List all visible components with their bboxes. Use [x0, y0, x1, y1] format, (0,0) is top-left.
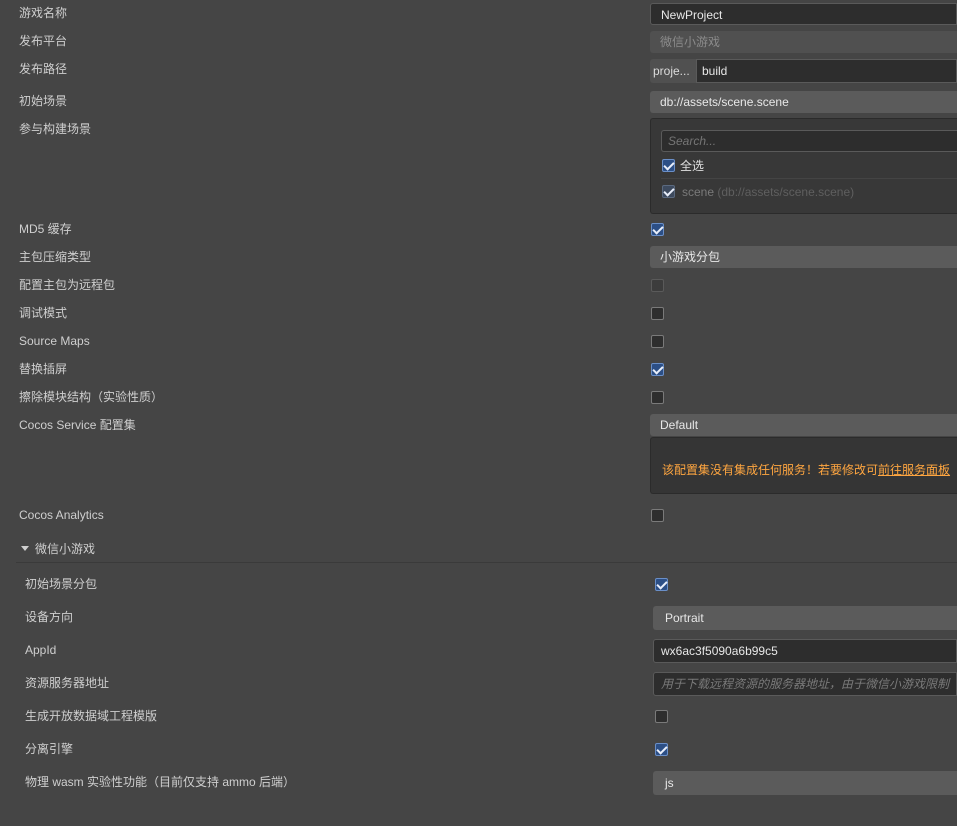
game-name-input[interactable]: NewProject: [650, 3, 957, 25]
replace-splash-checkbox[interactable]: [651, 363, 664, 376]
section-divider: [16, 562, 957, 563]
cocos-analytics-checkbox[interactable]: [651, 509, 664, 522]
replace-splash-label: 替换插屏: [19, 362, 68, 376]
md5-cache-checkbox[interactable]: [651, 223, 664, 236]
scene-item-name: scene: [682, 185, 715, 199]
cocos-service-label: Cocos Service 配置集: [19, 418, 136, 432]
platform-select: 微信小游戏: [650, 31, 957, 53]
select-all-checkbox[interactable]: [662, 159, 675, 172]
cocos-service-select[interactable]: Default: [650, 414, 957, 436]
start-scene-subpackage-checkbox[interactable]: [655, 578, 668, 591]
open-data-template-label: 生成开放数据域工程模版: [25, 709, 158, 723]
orientation-select[interactable]: Portrait: [653, 606, 957, 630]
open-data-template-checkbox[interactable]: [655, 710, 668, 723]
appid-label: AppId: [25, 643, 57, 657]
scene-item-path: (db://assets/scene.scene): [717, 185, 855, 199]
remote-main-bundle-label: 配置主包为远程包: [19, 278, 116, 292]
debug-mode-checkbox[interactable]: [651, 307, 664, 320]
resource-server-label: 资源服务器地址: [25, 676, 110, 690]
start-scene-select[interactable]: db://assets/scene.scene: [650, 91, 957, 113]
md5-cache-label: MD5 缓存: [19, 222, 72, 236]
source-maps-checkbox[interactable]: [651, 335, 664, 348]
platform-label: 发布平台: [19, 34, 68, 48]
orientation-label: 设备方向: [25, 610, 74, 624]
build-path-prefix-select[interactable]: proje...: [650, 59, 696, 83]
divider: [661, 178, 957, 179]
erase-modules-checkbox[interactable]: [651, 391, 664, 404]
debug-mode-label: 调试模式: [19, 306, 68, 320]
start-scene-label: 初始场景: [19, 94, 68, 108]
service-notice-text: 该配置集没有集成任何服务！若要修改可前往服务面板: [662, 462, 950, 478]
service-notice-panel: 该配置集没有集成任何服务！若要修改可前往服务面板: [650, 437, 957, 494]
start-scene-subpackage-label: 初始场景分包: [25, 577, 98, 591]
source-maps-label: Source Maps: [19, 334, 90, 348]
game-name-label: 游戏名称: [19, 6, 68, 20]
compression-type-select[interactable]: 小游戏分包: [650, 246, 957, 268]
service-notice-message: 该配置集没有集成任何服务！若要修改可: [662, 463, 879, 477]
erase-modules-label: 擦除模块结构（实验性质）: [19, 390, 164, 404]
service-panel-link[interactable]: 前往服务面板: [878, 463, 950, 477]
compression-type-label: 主包压缩类型: [19, 250, 92, 264]
build-path-label: 发布路径: [19, 62, 68, 76]
build-scenes-label: 参与构建场景: [19, 122, 92, 136]
separate-engine-checkbox[interactable]: [655, 743, 668, 756]
scene-search-input[interactable]: [661, 130, 957, 152]
physics-wasm-select[interactable]: js: [653, 771, 957, 795]
separate-engine-label: 分离引擎: [25, 742, 74, 756]
select-all-label: 全选: [680, 159, 705, 173]
appid-input[interactable]: wx6ac3f5090a6b99c5: [653, 639, 957, 663]
physics-wasm-label: 物理 wasm 实验性功能（目前仅支持 ammo 后端）: [25, 775, 296, 789]
resource-server-input[interactable]: 用于下载远程资源的服务器地址，由于微信小游戏限制: [653, 672, 957, 696]
remote-main-bundle-checkbox: [651, 279, 664, 292]
cocos-analytics-label: Cocos Analytics: [19, 508, 104, 522]
scene-list-panel: 全选 scene (db://assets/scene.scene): [650, 118, 957, 214]
scene-item: scene (db://assets/scene.scene): [682, 182, 854, 202]
collapse-arrow-icon[interactable]: [21, 546, 29, 551]
scene-item-checkbox: [662, 185, 675, 198]
build-path-input[interactable]: build: [696, 59, 957, 83]
wechat-section-title[interactable]: 微信小游戏: [35, 539, 95, 559]
